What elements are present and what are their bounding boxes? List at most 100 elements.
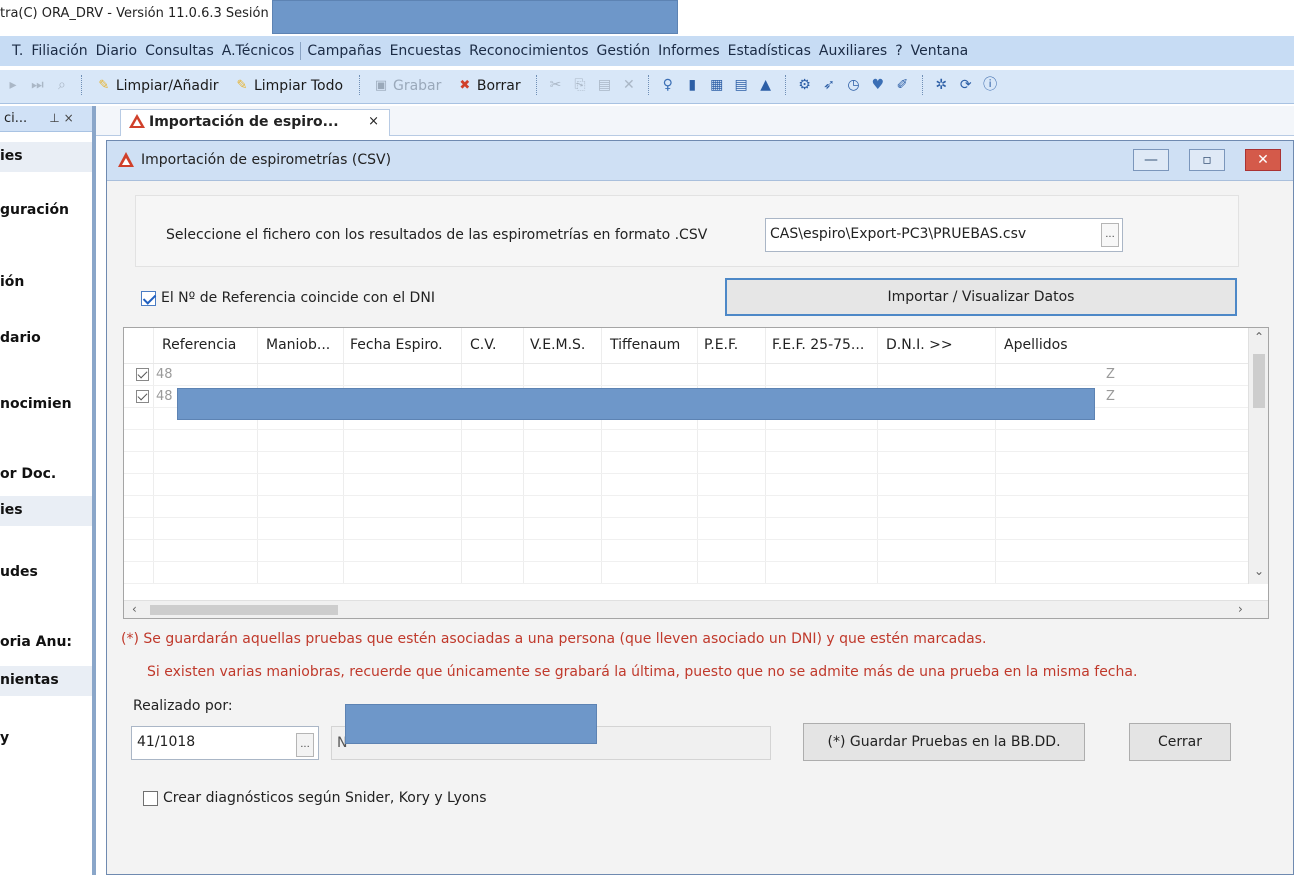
grid-header: Referencia Maniob... Fecha Espiro. C.V. … <box>124 328 1250 364</box>
horizontal-scrollbar[interactable]: ‹ › <box>124 600 1268 618</box>
menu-item[interactable]: Auxiliares <box>819 43 887 59</box>
left-panel-item[interactable]: oria Anu: <box>0 634 92 650</box>
left-panel-item[interactable]: ión <box>0 274 92 290</box>
settings-icon[interactable]: ⚙ <box>796 76 814 94</box>
column-header[interactable]: Fecha Espiro. <box>350 337 443 353</box>
limpiar-anadir-button[interactable]: ✎ Limpiar/Añadir <box>92 74 223 98</box>
column-header[interactable]: V.E.M.S. <box>530 337 585 353</box>
left-panel-item[interactable]: guración <box>0 202 92 218</box>
realizado-browse-button[interactable]: ... <box>296 733 314 757</box>
save-icon: ▣ <box>374 78 388 93</box>
warning-icon[interactable]: ▲ <box>757 76 775 94</box>
menu-item[interactable]: Filiación <box>31 43 87 59</box>
left-panel-item[interactable]: or Doc. <box>0 466 92 482</box>
list-icon[interactable]: ▤ <box>732 76 750 94</box>
left-panel-item[interactable]: ies <box>0 502 92 518</box>
file-path-input[interactable]: CAS\espiro\Export-PC3\PRUEBAS.csv <box>765 218 1123 252</box>
heart-icon[interactable]: ♥ <box>869 76 887 94</box>
note-marked-tests: (*) Se guardarán aquellas pruebas que es… <box>121 631 987 647</box>
redacted-name <box>345 704 597 744</box>
save-tests-button[interactable]: (*) Guardar Pruebas en la BB.DD. <box>803 723 1085 761</box>
tab-importacion[interactable]: Importación de espiro... × <box>120 109 390 136</box>
scroll-left-icon[interactable]: ‹ <box>132 602 137 616</box>
menu-item[interactable]: T. <box>12 43 23 59</box>
globe-icon[interactable]: ✲ <box>932 76 950 94</box>
left-panel-item[interactable]: dario <box>0 330 92 346</box>
menu-item[interactable]: Reconocimientos <box>469 43 588 59</box>
dialog-title-bar: Importación de espirometrías (CSV) — ▫ ✕ <box>107 141 1293 181</box>
left-panel: ci... ⊥ × ies guración ión dario nocimie… <box>0 106 96 875</box>
scroll-down-icon[interactable]: ⌄ <box>1254 564 1264 578</box>
column-header[interactable]: C.V. <box>470 337 496 353</box>
dialog-title: Importación de espirometrías (CSV) <box>141 152 392 168</box>
scroll-right-icon[interactable]: › <box>1238 602 1243 616</box>
lightbulb-icon[interactable]: ♀ <box>659 76 677 94</box>
column-header[interactable]: P.E.F. <box>704 337 738 353</box>
realizado-label: Realizado por: <box>133 698 233 714</box>
diag-label: Crear diagnósticos según Snider, Kory y … <box>163 790 487 806</box>
menu-item[interactable]: Consultas <box>145 43 214 59</box>
menu-item[interactable]: Gestión <box>597 43 651 59</box>
left-panel-item[interactable]: y <box>0 730 92 746</box>
paste-icon[interactable]: ▤ <box>595 76 613 94</box>
menu-item[interactable]: Estadísticas <box>728 43 811 59</box>
left-panel-item[interactable]: ies <box>0 148 92 164</box>
copy-icon[interactable]: ⎘ <box>571 76 589 94</box>
diag-checkbox[interactable] <box>143 790 158 806</box>
table-row[interactable]: 48 Z <box>124 364 1250 386</box>
grabar-button[interactable]: ▣ Grabar <box>369 74 445 98</box>
import-button[interactable]: Importar / Visualizar Datos <box>725 278 1237 316</box>
menu-item[interactable]: Informes <box>658 43 720 59</box>
menu-item[interactable]: Encuestas <box>390 43 462 59</box>
minimize-button[interactable]: — <box>1133 149 1169 171</box>
refresh-icon[interactable]: ⟳ <box>957 76 975 94</box>
row-checkbox[interactable] <box>136 368 149 381</box>
panel-splitter[interactable] <box>92 106 96 875</box>
menu-bar: T. Filiación Diario Consultas A.Técnicos Camp… <box>0 36 1294 66</box>
cut-icon[interactable]: ✂ <box>547 76 565 94</box>
tab-close-icon[interactable]: × <box>368 114 379 129</box>
pen-icon[interactable]: ✐ <box>893 76 911 94</box>
document-icon[interactable]: ▮ <box>683 76 701 94</box>
ref-dni-checkbox-row[interactable]: El Nº de Referencia coincide con el DNI <box>141 290 435 306</box>
send-icon[interactable]: ➶ <box>820 76 838 94</box>
left-panel-item[interactable]: nocimien <box>0 396 92 412</box>
column-header[interactable]: F.E.F. 25-75... <box>772 337 864 353</box>
close-window-button[interactable]: ✕ <box>1245 149 1281 171</box>
delete-icon: ✖ <box>459 78 471 93</box>
diag-checkbox-row[interactable]: Crear diagnósticos según Snider, Kory y … <box>143 790 487 806</box>
menu-item[interactable]: A.Técnicos <box>222 43 295 59</box>
app-logo-icon <box>129 114 145 128</box>
borrar-button[interactable]: ✖ Borrar <box>453 74 525 98</box>
left-panel-item[interactable]: udes <box>0 564 92 580</box>
calendar-icon[interactable]: ▦ <box>708 76 726 94</box>
realizado-code-input[interactable]: 41/1018 <box>131 726 319 760</box>
cancel-icon[interactable]: ✕ <box>620 76 638 94</box>
eraser-icon: ✎ <box>98 78 110 93</box>
nav-last-icon[interactable]: ⏭ <box>28 76 46 94</box>
search-icon[interactable]: ⌕ <box>53 76 71 94</box>
menu-item[interactable]: Diario <box>96 43 137 59</box>
browse-button[interactable]: ... <box>1101 223 1119 247</box>
info-icon[interactable]: ⓘ <box>981 76 999 94</box>
menu-item[interactable]: ? <box>895 43 902 59</box>
column-header[interactable]: Maniob... <box>266 337 330 353</box>
column-header[interactable]: Tiffenaum <box>610 337 680 353</box>
column-header[interactable]: D.N.I. >> <box>886 337 953 353</box>
column-header[interactable]: Apellidos <box>1004 337 1068 353</box>
menu-item[interactable]: Campañas <box>307 43 381 59</box>
left-panel-item[interactable]: nientas <box>0 672 92 688</box>
nav-arrow-icon[interactable]: ▸ <box>4 76 22 94</box>
column-header[interactable]: Referencia <box>162 337 236 353</box>
ref-dni-checkbox[interactable] <box>141 290 156 306</box>
close-button[interactable]: Cerrar <box>1129 723 1231 761</box>
scroll-up-icon[interactable]: ⌃ <box>1254 330 1264 344</box>
pin-icon[interactable]: ⊥ × <box>49 111 73 125</box>
results-grid[interactable]: Referencia Maniob... Fecha Espiro. C.V. … <box>123 327 1269 619</box>
vertical-scrollbar[interactable]: ⌃ ⌄ <box>1248 328 1268 584</box>
maximize-button[interactable]: ▫ <box>1189 149 1225 171</box>
menu-item[interactable]: Ventana <box>911 43 969 59</box>
limpiar-todo-button[interactable]: ✎ Limpiar Todo <box>230 74 347 98</box>
row-checkbox[interactable] <box>136 390 149 403</box>
clock-icon[interactable]: ◷ <box>844 76 862 94</box>
